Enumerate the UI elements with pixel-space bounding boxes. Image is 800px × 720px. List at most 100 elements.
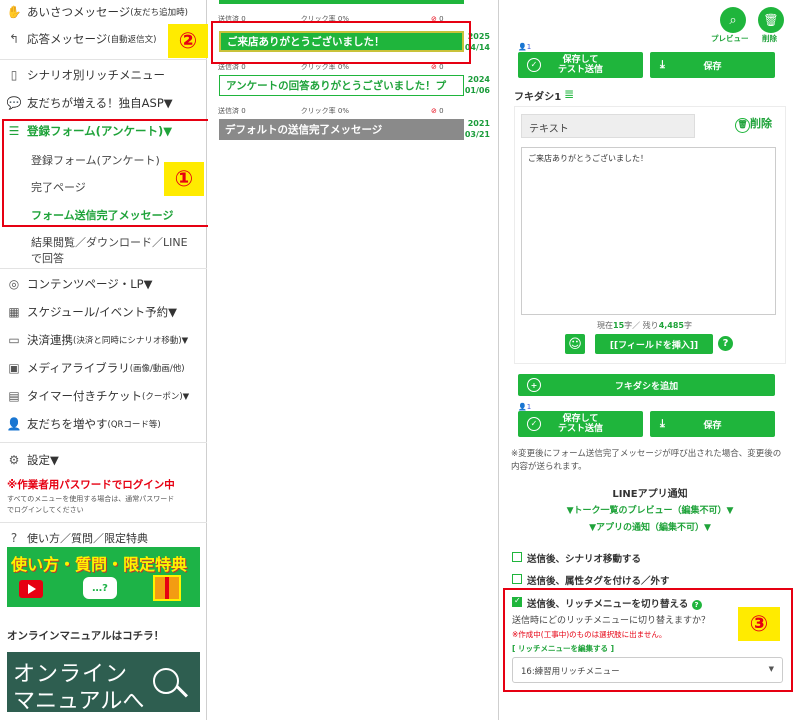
help-banner[interactable]: 使い方・質問・限定特典 …? [7, 547, 200, 607]
trash-icon: 🗑 [735, 118, 750, 133]
save-button-bottom[interactable]: ⤓ 保存 [650, 411, 775, 437]
image-icon: ▣ [8, 361, 20, 375]
divider [0, 442, 207, 443]
gear-icon: ⚙ [8, 453, 20, 467]
plus-circle-icon: + [527, 378, 541, 392]
insert-field-button[interactable]: [[フィールドを挿入]] [595, 334, 713, 354]
annotation-badge-2: ② [168, 24, 208, 58]
manual-heading: オンラインマニュアルはコチラ！ [7, 630, 165, 642]
sidebar-item-payment[interactable]: ▭ 決済連携 (決済と同時にシナリオ移動)▼ [0, 328, 207, 352]
sidebar-item-label: 友だちを増やす [27, 417, 108, 431]
message-date: 2021 03/21 [464, 119, 490, 139]
card-icon: ▭ [8, 333, 20, 347]
scenario-move-checkbox[interactable] [512, 552, 522, 562]
phone-icon: ▯ [10, 68, 18, 82]
highlight-box-2 [211, 21, 471, 64]
save-and-test-button[interactable]: ✓ 保存して テスト送信 [518, 52, 643, 78]
sidebar-item-ticket[interactable]: ▤ タイマー付きチケット (クーポン)▼ [0, 384, 207, 408]
message-date: 2024 01/06 [464, 75, 490, 95]
preview-button[interactable]: ⌕ [720, 7, 746, 33]
annotation-badge-1: ① [164, 162, 204, 196]
chat-icon: 💬 [6, 96, 22, 110]
emoji-button[interactable]: ☺ [565, 334, 585, 354]
person-count: 👤1 [518, 403, 532, 411]
add-bubble-button[interactable]: + フキダシを追加 [518, 374, 775, 396]
video-icon [19, 580, 43, 598]
preview-label: プレビュー [711, 34, 749, 43]
delete-bubble-button[interactable]: 🗑 削除 [735, 115, 772, 133]
help-icon[interactable]: ? [718, 336, 733, 351]
sidebar-item-settings[interactable]: ⚙ 設定▼ [0, 448, 207, 472]
sidebar-sub-results[interactable]: 結果閲覧／ダウンロード／LINE [31, 234, 188, 250]
manual-banner[interactable]: オンライン マニュアルへ [7, 652, 200, 714]
globe-search-icon [153, 668, 179, 694]
sidebar-item-add-friends[interactable]: 👤 友だちを増やす (QRコード等) [0, 412, 207, 436]
ticket-icon: ▤ [8, 389, 20, 403]
sidebar-item-content[interactable]: ◎ コンテンツページ・LP▼ [0, 272, 207, 296]
manual-banner-line2: マニュアルへ [13, 689, 145, 714]
worker-note: すべてのメニューを使用する場合は、通常パスワード [7, 495, 175, 503]
annotation-badge-3: ③ [738, 607, 780, 641]
delete-button[interactable]: 🗑 [758, 7, 784, 33]
sidebar-item-label: 使い方／質問／限定特典 [27, 532, 148, 545]
check-circle-icon: ✓ [527, 58, 541, 72]
sidebar-item-label: スケジュール/イベント予約▼ [27, 305, 177, 319]
divider [0, 268, 207, 269]
sidebar-item-label: メディアライブラリ [27, 361, 130, 375]
gift-icon [153, 575, 181, 601]
divider [0, 522, 207, 523]
save-and-test-button-bottom[interactable]: ✓ 保存して テスト送信 [518, 411, 643, 437]
person-count: 👤1 [518, 43, 532, 51]
download-icon: ⤓ [660, 417, 665, 430]
sidebar-item-media[interactable]: ▣ メディアライブラリ (画像/動画/他) [0, 356, 207, 380]
line-app-title: LINEアプリ通知 [612, 489, 688, 500]
help-banner-text: 使い方・質問・限定特典 [11, 555, 188, 574]
question-icon: ? [10, 531, 18, 545]
divider [0, 59, 207, 60]
calendar-icon: ▦ [8, 305, 20, 319]
sidebar-item-greeting[interactable]: ✋ あいさつメッセージ (友だち追加時) [0, 0, 207, 24]
change-notice: ※変更後にフォーム送信完了メッセージが呼び出された場合、変更後の内容が送られます… [511, 449, 782, 472]
character-counter: 現在15字／ 残り4,485字 [597, 321, 692, 330]
scenario-move-label: 送信後、シナリオ移動する [527, 554, 642, 565]
trash-icon: 🗑 [763, 13, 779, 27]
worker-notice: ※作業者用パスワードでログイン中 [7, 479, 175, 491]
sidebar-item-label: あいさつメッセージ [27, 5, 131, 19]
message-textarea[interactable]: ご来店ありがとうございました！ [521, 147, 776, 315]
worker-note: でログインしてください [7, 506, 84, 514]
sidebar-item-schedule[interactable]: ▦ スケジュール/イベント予約▼ [0, 300, 207, 324]
sidebar-item-label: タイマー付きチケット [27, 389, 142, 403]
message-item-2[interactable]: アンケートの回答ありがとうございました！プ [219, 75, 464, 96]
save-button[interactable]: ⤓ 保存 [650, 52, 775, 78]
tag-label: 送信後、属性タグを付ける／外す [527, 576, 670, 587]
reply-icon: ↰ [8, 32, 20, 46]
sidebar-item-label: 応答メッセージ [27, 32, 108, 46]
globe-icon: ◎ [8, 277, 20, 291]
tag-checkbox[interactable] [512, 574, 522, 584]
add-user-icon: 👤 [6, 417, 22, 431]
smiley-icon: ☺ [568, 336, 582, 352]
speech-bubble-icon: …? [83, 577, 117, 599]
message-list: 送信済 0 クリック率 0% ⊘ 0 ご来店ありがとうございました！ 2025 04/… [208, 0, 499, 720]
sidebar-sub-results-cont[interactable]: で回答 [31, 250, 64, 266]
delete-label: 削除 [762, 34, 777, 43]
sidebar-item-label: コンテンツページ・LP▼ [27, 277, 153, 291]
sidebar-item-rich-menu[interactable]: ▯ シナリオ別リッチメニュー [0, 63, 207, 87]
download-icon: ⤓ [660, 58, 665, 71]
scroll-top-card [219, 0, 464, 4]
message-type-select[interactable]: テキスト [521, 114, 695, 138]
sidebar-item-label: 設定▼ [27, 453, 59, 467]
sidebar-item-label: 決済連携 [27, 333, 73, 347]
bubble-title: フキダシ1 [514, 92, 562, 103]
bubble-card: テキスト 🗑 削除 ご来店ありがとうございました！ 現在15字／ 残り4,485字… [514, 106, 786, 364]
magnifier-icon: ⌕ [729, 12, 737, 28]
drag-handle-icon[interactable]: ≣ [564, 88, 578, 100]
talk-preview-toggle[interactable]: ▼トーク一覧のプレビュー（編集不可）▼ [500, 503, 800, 516]
message-item-3[interactable]: デフォルトの送信完了メッセージ [219, 119, 464, 140]
sidebar-item-asp[interactable]: 💬 友だちが増える！独自ASP▼ [0, 91, 207, 115]
sidebar-item-label: 友だちが増える！独自ASP▼ [27, 96, 173, 110]
message-stats: 送信済 0 クリック率 0% ⊘ 0 [218, 107, 444, 115]
app-notify-toggle[interactable]: ▼アプリの通知（編集不可）▼ [500, 520, 800, 533]
sidebar: ✋ あいさつメッセージ (友だち追加時) ↰ 応答メッセージ (自動返信文) ▯ シ… [0, 0, 207, 720]
hand-icon: ✋ [6, 5, 22, 19]
